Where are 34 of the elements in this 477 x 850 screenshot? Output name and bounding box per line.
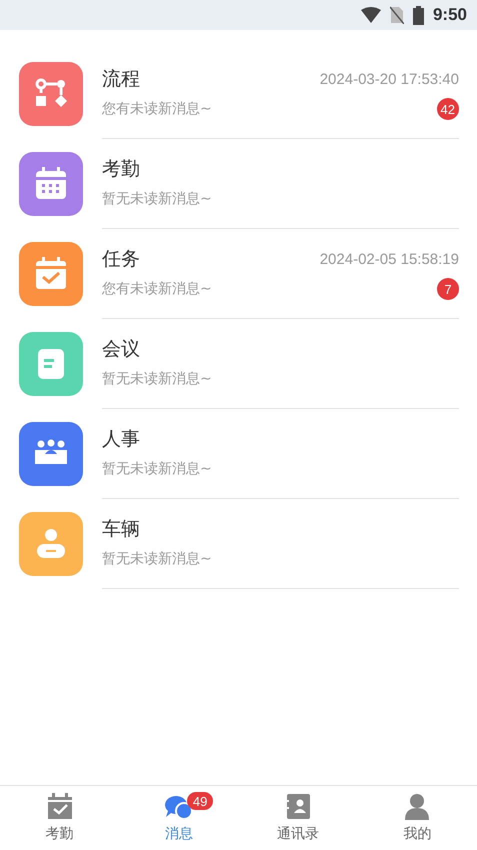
tab[interactable]: 49 消息 xyxy=(119,786,238,850)
message-title: 车辆 xyxy=(102,517,140,542)
message-preview: 暂无未读新消息~ xyxy=(102,370,212,388)
tab[interactable]: 我的 xyxy=(358,786,477,850)
message-preview: 暂无未读新消息~ xyxy=(102,190,212,208)
group-icon[interactable] xyxy=(19,422,83,486)
message-preview: 暂无未读新消息~ xyxy=(102,550,212,568)
person-icon xyxy=(403,793,432,820)
unread-count: 7 xyxy=(437,278,459,300)
calendar-icon[interactable] xyxy=(19,152,83,216)
document-icon[interactable] xyxy=(19,332,83,396)
message-time: 2024-03-20 17:53:40 xyxy=(320,70,459,88)
message-title: 会议 xyxy=(102,337,140,362)
message-title: 考勤 xyxy=(102,157,140,182)
wifi-icon xyxy=(360,7,381,23)
message-preview: 您有未读新消息~ xyxy=(102,100,212,118)
battery-icon xyxy=(412,6,424,24)
tab[interactable]: 考勤 xyxy=(0,786,120,850)
message-preview: 您有未读新消息~ xyxy=(102,280,212,298)
person-icon[interactable] xyxy=(19,512,83,576)
tab[interactable]: 通讯录 xyxy=(238,786,358,850)
clock-time: 9:50 xyxy=(432,5,467,25)
unread-count: 42 xyxy=(436,98,459,120)
message-preview: 暂无未读新消息~ xyxy=(102,460,212,478)
unread-count: 49 xyxy=(186,792,214,810)
message-title: 流程 xyxy=(102,67,140,92)
calendar-check-icon xyxy=(46,793,74,820)
no-sim-icon xyxy=(390,6,404,24)
contact-book-icon xyxy=(284,793,312,820)
message-title: 任务 xyxy=(102,247,140,272)
message-time: 2024-02-05 15:58:19 xyxy=(320,250,459,268)
message-title: 人事 xyxy=(102,427,140,452)
flow-icon[interactable] xyxy=(19,62,83,126)
calendar-check-icon[interactable] xyxy=(19,242,83,306)
